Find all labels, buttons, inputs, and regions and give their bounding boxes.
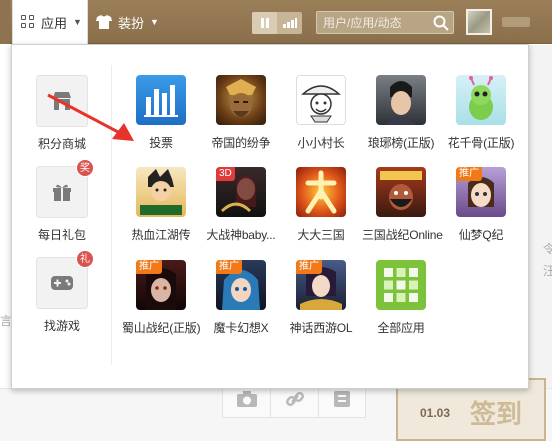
shenhua-xiyou-game-icon: 推广 [296, 260, 346, 310]
sidebar-item-label: 找游戏 [43, 319, 80, 333]
app-item-sanguo-zhanji[interactable]: 三国战纪Online [362, 167, 443, 243]
app-label: 三国战纪Online [362, 228, 443, 242]
bar-chart-icon [282, 18, 297, 28]
username-redacted[interactable] [502, 17, 530, 27]
app-label: 琅琊榜(正版) [367, 136, 435, 150]
all-apps-icon [376, 260, 426, 310]
promo-tag: 推广 [296, 260, 322, 274]
pause-icon [260, 18, 269, 28]
top-navigation-bar: 应用 ▼ 装扮 ▼ [0, 0, 552, 44]
app-label: 花千骨(正版) [447, 136, 515, 150]
app-label: 神话西游OL [289, 321, 353, 335]
dress-up-tab-label: 装扮 [118, 15, 145, 31]
app-label: 全部应用 [377, 321, 425, 335]
checkin-date: 01.03 [420, 406, 451, 420]
sidebar-item-daily-gift[interactable]: 奖 每日礼包 [30, 159, 94, 243]
background-text-fragment: 令 [543, 242, 552, 256]
app-label: 蜀山战纪(正版) [122, 321, 201, 335]
app-item-huaqiangu[interactable]: 花千骨(正版) [442, 75, 520, 151]
app-label: 帝国的纷争 [211, 136, 271, 150]
empire-game-icon [216, 75, 266, 125]
search-box [316, 11, 454, 34]
sidebar-item-label: 每日礼包 [37, 228, 86, 242]
app-label: 大大三国 [297, 228, 345, 242]
background-text-fragment: 汪 [543, 264, 552, 278]
checkin-label: 签到 [470, 399, 523, 429]
promo-tag: 推广 [456, 167, 482, 181]
tshirt-icon [96, 15, 112, 29]
app-label: 小小村长 [297, 136, 345, 150]
app-item-shushan[interactable]: 推广 蜀山战纪(正版) [122, 260, 201, 336]
app-label: 大战神baby... [206, 228, 276, 242]
app-tag: 3D [216, 167, 235, 181]
reward-badge: 奖 [76, 159, 94, 177]
user-avatar[interactable] [466, 9, 492, 35]
apps-grid-icon [21, 15, 35, 29]
dazhanshen-game-icon: 3D [216, 167, 266, 217]
moka-game-icon: 推广 [216, 260, 266, 310]
pause-view-button[interactable] [252, 12, 277, 34]
search-input[interactable] [317, 12, 429, 33]
promo-tag: 推广 [216, 260, 242, 274]
app-item-dazhanshen[interactable]: 3D 大战神baby... [202, 167, 280, 243]
apps-dropdown-panel: 积分商城 奖 每日礼包 礼 找游戏 投票 帝国的纷争 小小村长 琅琊榜(正版) … [11, 44, 529, 389]
app-item-langya[interactable]: 琅琊榜(正版) [362, 75, 440, 151]
chevron-down-icon: ▼ [73, 17, 82, 27]
apps-menu-tab[interactable]: 应用 ▼ [12, 0, 88, 44]
app-label: 仙梦Q纪 [458, 228, 504, 242]
xianmeng-game-icon: 推广 [456, 167, 506, 217]
app-item-shenhua-xiyou[interactable]: 推广 神话西游OL [282, 260, 360, 336]
stats-view-button[interactable] [277, 12, 302, 34]
app-item-xianmeng[interactable]: 推广 仙梦Q纪 [442, 167, 520, 243]
annotation-arrow-icon [47, 93, 134, 141]
vote-chart-icon [136, 75, 186, 125]
app-label: 魔卡幻想X [213, 321, 269, 335]
apps-tab-label: 应用 [41, 15, 68, 31]
search-icon[interactable] [433, 15, 449, 31]
langya-game-icon [376, 75, 426, 125]
sanguo-zhanji-game-icon [376, 167, 426, 217]
shushan-game-icon: 推广 [136, 260, 186, 310]
app-item-all-apps[interactable]: 全部应用 [362, 260, 440, 336]
app-label: 热血江湖传 [131, 228, 191, 242]
dress-up-menu-tab[interactable]: 装扮 ▼ [96, 0, 159, 44]
app-item-rexue[interactable]: 热血江湖传 [122, 167, 200, 243]
chevron-down-icon: ▼ [150, 17, 159, 27]
app-item-empire[interactable]: 帝国的纷争 [202, 75, 280, 151]
huaqiangu-game-icon [456, 75, 506, 125]
sidebar-item-find-games[interactable]: 礼 找游戏 [30, 250, 94, 334]
top-bar-left-strip [0, 0, 10, 44]
dada-sanguo-game-icon [296, 167, 346, 217]
app-item-moka[interactable]: 推广 魔卡幻想X [202, 260, 280, 336]
rexue-game-icon [136, 167, 186, 217]
app-item-dada-sanguo[interactable]: 大大三国 [282, 167, 360, 243]
village-chief-icon [296, 75, 346, 125]
promo-tag: 推广 [136, 260, 162, 274]
view-mode-toggle[interactable] [252, 12, 302, 34]
gift-badge: 礼 [76, 250, 94, 268]
app-item-village-chief[interactable]: 小小村长 [282, 75, 360, 151]
